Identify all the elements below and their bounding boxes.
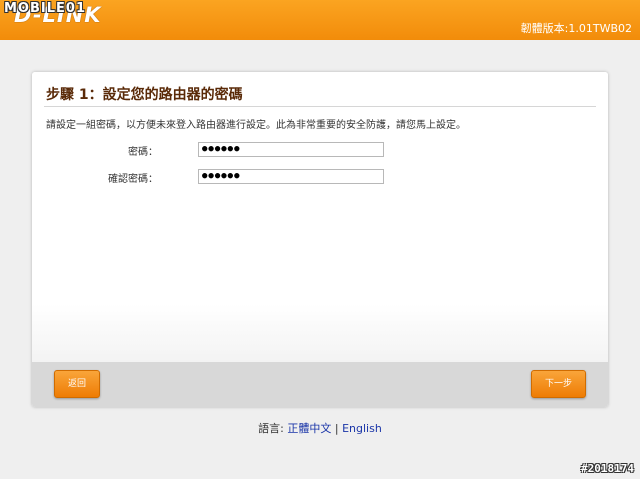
firmware-version: 韌體版本:1.01TWB02 — [520, 22, 632, 35]
next-button[interactable]: 下一步 — [531, 370, 586, 398]
title-divider — [44, 106, 596, 107]
back-button[interactable]: 返回 — [54, 370, 100, 398]
lang-separator: | — [334, 422, 339, 435]
confirm-password-field[interactable]: ●●●●●● — [198, 169, 384, 184]
step-description: 請設定一組密碼，以方便未來登入路由器進行設定。此為非常重要的安全防護，請您馬上設… — [46, 120, 466, 131]
wizard-footer — [32, 362, 608, 407]
mobile01-watermark: MOBILE01 — [4, 1, 86, 16]
image-id-watermark: #2018174 — [581, 462, 634, 475]
setup-wizard-card: 步驟 1：設定您的路由器的密碼 請設定一組密碼，以方便未來登入路由器進行設定。此… — [32, 72, 608, 407]
top-header-bar: D-LINK MOBILE01 韌體版本:1.01TWB02 — [0, 0, 640, 40]
step-title: 步驟 1：設定您的路由器的密碼 — [46, 87, 243, 103]
password-label: 密碼： — [128, 147, 158, 158]
confirm-password-label: 確認密碼： — [108, 174, 158, 185]
lang-chinese-link[interactable]: 正體中文 — [287, 422, 331, 435]
lang-english-link[interactable]: English — [342, 422, 382, 435]
language-selector: 語言: 正體中文 | English — [0, 420, 640, 436]
wizard-body: 步驟 1：設定您的路由器的密碼 請設定一組密碼，以方便未來登入路由器進行設定。此… — [32, 72, 608, 362]
language-label: 語言: — [258, 422, 284, 435]
password-field[interactable]: ●●●●●● — [198, 142, 384, 157]
